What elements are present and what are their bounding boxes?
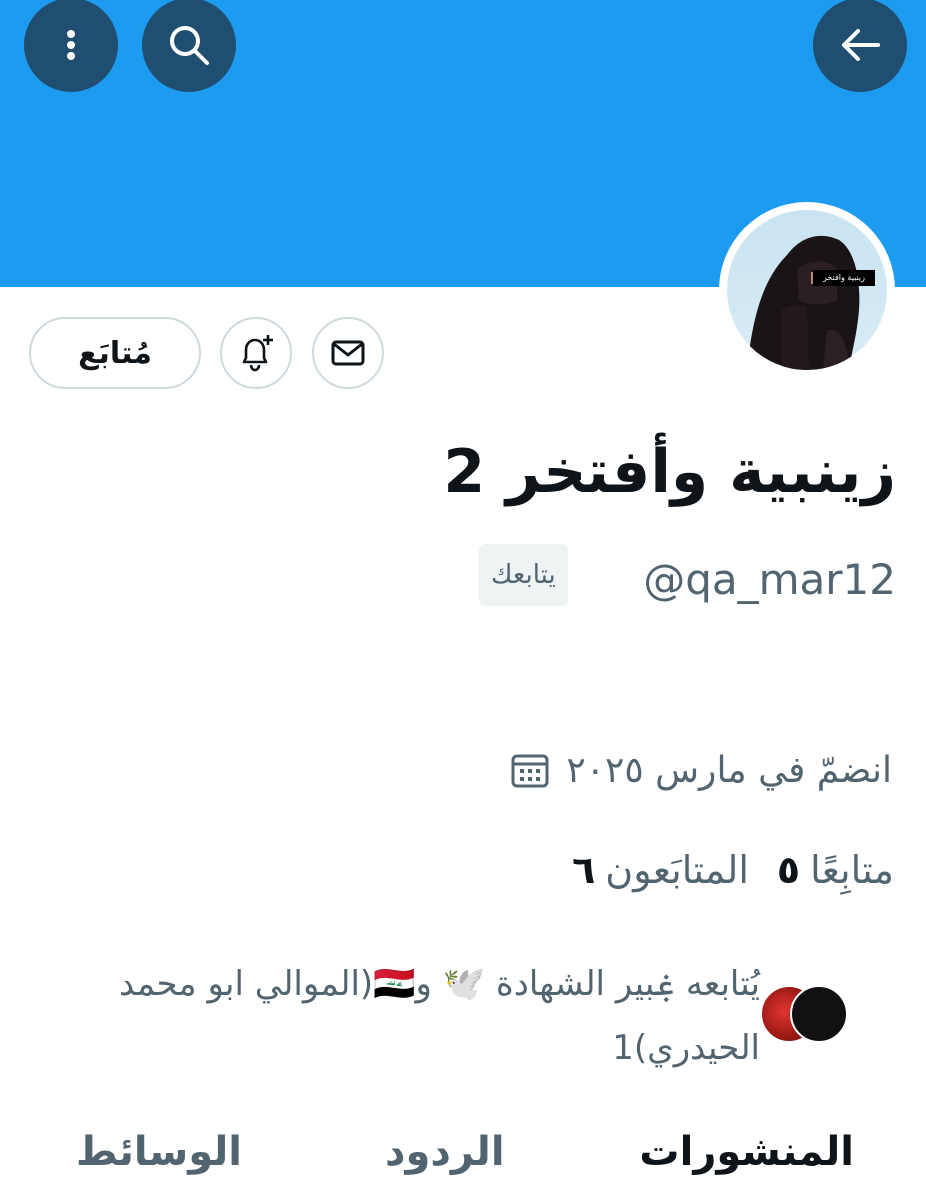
join-date: انضمّ في مارس ٢٠٢٥ — [508, 740, 892, 800]
following-label: متابِعًا — [810, 848, 894, 892]
follows-you-badge: يتابعك — [479, 544, 568, 606]
followers-stat[interactable]: ٦ المتابَعون — [572, 848, 749, 892]
more-vertical-icon — [67, 30, 75, 60]
mutual-followers-avatars[interactable] — [760, 985, 850, 1045]
following-stat[interactable]: ٥ متابِعًا — [777, 848, 894, 892]
following-button[interactable]: مُتابَع — [29, 317, 201, 389]
notifications-button[interactable] — [220, 317, 292, 389]
profile-avatar[interactable]: زينبية وافتخر — [719, 202, 895, 378]
followers-label: المتابَعون — [605, 848, 749, 892]
user-handle: @qa_mar12 — [643, 555, 896, 604]
join-date-text: انضمّ في مارس ٢٠٢٥ — [566, 749, 892, 791]
bell-plus-icon — [242, 335, 273, 372]
arrow-left-icon — [842, 29, 880, 61]
calendar-icon — [511, 754, 549, 788]
back-button[interactable] — [813, 0, 907, 92]
tab-posts[interactable]: المنشورات — [639, 1120, 854, 1184]
search-button[interactable] — [142, 0, 236, 92]
tab-replies[interactable]: الردود — [385, 1120, 505, 1184]
followed-by-text[interactable]: يُتابعه ۼبير الشهادة 🕊️ و🇮🇶(الموالي ابو … — [40, 952, 760, 1080]
more-button[interactable] — [24, 0, 118, 92]
tab-media[interactable]: الوسائط — [76, 1120, 242, 1184]
mail-icon — [331, 340, 365, 366]
followers-count: ٦ — [572, 848, 596, 892]
message-button[interactable] — [312, 317, 384, 389]
profile-tabs: المنشورات الردود الوسائط — [0, 1110, 926, 1200]
following-count: ٥ — [776, 848, 801, 892]
avatar-caption: زينبية وافتخر — [813, 270, 875, 286]
search-icon — [170, 26, 209, 65]
follow-stats: ٦ المتابَعون ٥ متابِعًا — [572, 838, 894, 902]
mutual-avatar — [790, 985, 848, 1043]
display-name: زينبية وأفتخر 2 — [443, 437, 896, 507]
avatar-image: زينبية وافتخر — [727, 210, 887, 370]
